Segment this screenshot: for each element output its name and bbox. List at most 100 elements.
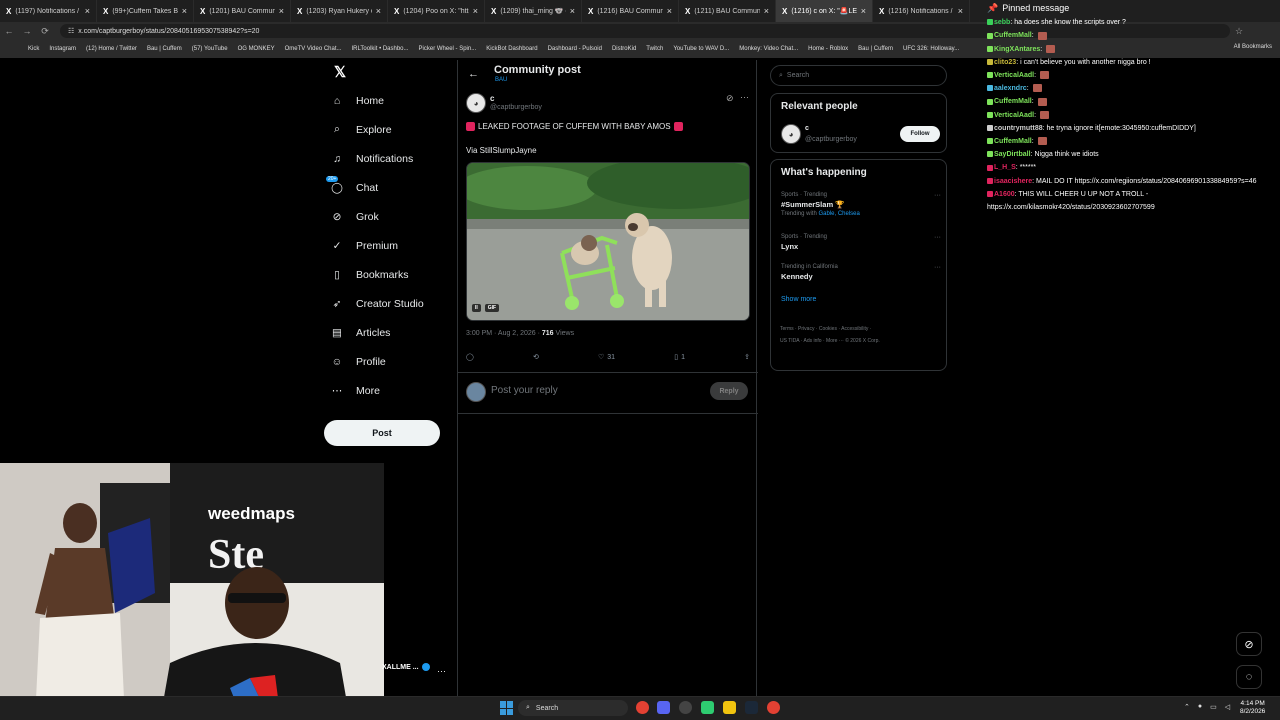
back-arrow-icon[interactable]: ←: [468, 68, 479, 80]
bookmark-item[interactable]: (12) Home / Twitter: [86, 46, 137, 52]
relevant-name[interactable]: c: [805, 125, 809, 132]
close-icon[interactable]: ×: [376, 6, 381, 16]
browser-tab[interactable]: X (1197) Notifications / X ×: [0, 0, 97, 22]
app-icon[interactable]: [679, 701, 692, 714]
grok-explain-icon[interactable]: ⊘: [726, 93, 734, 104]
bookmark-item[interactable]: Kick: [28, 46, 39, 52]
close-icon[interactable]: ×: [667, 6, 672, 16]
x-logo-icon[interactable]: 𝕏: [330, 62, 350, 82]
chat-username[interactable]: VerticalAadl: [994, 72, 1034, 79]
bookmark-item[interactable]: Twitch: [646, 46, 663, 52]
community-link[interactable]: BAU: [495, 77, 507, 83]
steam-icon[interactable]: [745, 701, 758, 714]
bookmark-item[interactable]: (57) YouTube: [192, 46, 228, 52]
browser-tab[interactable]: X(1216) BAU Community ×: [582, 0, 679, 22]
reload-icon[interactable]: ⟳: [36, 26, 54, 37]
bookmark-item[interactable]: Dashboard - Pulsoid: [548, 46, 602, 52]
bookmark-item[interactable]: OG MONKEY: [238, 46, 275, 52]
bookmark-item[interactable]: YouTube to WAV D...: [673, 46, 729, 52]
relevant-avatar[interactable]: ◕: [781, 124, 801, 144]
bookmark-item[interactable]: DistroKid: [612, 46, 636, 52]
follow-button[interactable]: Follow: [900, 126, 940, 142]
back-icon[interactable]: ←: [0, 26, 18, 36]
close-icon[interactable]: ×: [861, 6, 866, 16]
more-icon[interactable]: ···: [934, 234, 941, 241]
chat-username[interactable]: A1600: [994, 191, 1015, 198]
trend-with-names[interactable]: Gable, Chelsea: [818, 211, 859, 217]
bookmark-item[interactable]: Monkey: Video Chat...: [739, 46, 798, 52]
chrome-icon[interactable]: [636, 701, 649, 714]
nav-item-more[interactable]: ⋯ More: [322, 376, 452, 405]
discord-icon[interactable]: [657, 701, 670, 714]
browser-tab[interactable]: X(1201) BAU Community ×: [194, 0, 291, 22]
nav-item-premium[interactable]: ✓ Premium: [322, 231, 452, 260]
windows-start-icon[interactable]: [500, 701, 514, 715]
more-icon[interactable]: ···: [934, 192, 941, 199]
chat-username[interactable]: VerticalAadl: [994, 112, 1034, 119]
nav-item-home[interactable]: ⌂ Home: [322, 86, 452, 115]
volume-icon[interactable]: ◁: [1225, 703, 1230, 711]
taskbar-clock[interactable]: 4:14 PM 8/2/2026: [1240, 700, 1265, 716]
chat-username[interactable]: CuffemMall: [994, 32, 1032, 39]
app-icon[interactable]: [701, 701, 714, 714]
site-info-icon[interactable]: ☷: [68, 27, 74, 35]
chat-username[interactable]: sebb: [994, 19, 1010, 26]
post-button[interactable]: Post: [324, 420, 440, 446]
chat-username[interactable]: aalexndrc: [994, 85, 1027, 92]
more-icon[interactable]: ···: [934, 264, 941, 271]
bookmark-item[interactable]: Picker Wheel - Spin...: [419, 46, 477, 52]
trend-item[interactable]: Sports · Trending Lynx ···: [781, 234, 941, 251]
close-icon[interactable]: ×: [182, 6, 187, 16]
more-options-icon[interactable]: ···: [740, 92, 749, 102]
nav-item-notifications[interactable]: ♫ Notifications: [322, 144, 452, 173]
chat-username[interactable]: countrymutt88: [994, 125, 1043, 132]
close-icon[interactable]: ×: [958, 6, 963, 16]
author-handle[interactable]: @captburgerboy: [490, 104, 542, 111]
close-icon[interactable]: ×: [473, 6, 478, 16]
more-icon[interactable]: ···: [437, 666, 446, 676]
nav-item-articles[interactable]: ▤ Articles: [322, 318, 452, 347]
repost-action[interactable]: ⟲: [533, 353, 539, 361]
taskbar-search[interactable]: ⌕ Search: [518, 700, 628, 716]
close-icon[interactable]: ×: [764, 6, 769, 16]
chat-username[interactable]: KingXAntares: [994, 46, 1040, 53]
bookmark-item[interactable]: OmeTV Video Chat...: [285, 46, 342, 52]
chrome-icon[interactable]: [767, 701, 780, 714]
bookmark-item[interactable]: Home - Roblox: [808, 46, 848, 52]
chat-username[interactable]: L_H_S: [994, 164, 1016, 171]
trend-item[interactable]: Sports · Trending #SummerSlam 🏆 Trending w…: [781, 192, 941, 217]
chat-username[interactable]: CuffemMall: [994, 138, 1032, 145]
bookmark-item[interactable]: Bau | Cuffem: [858, 46, 893, 52]
bookmark-action[interactable]: ▯ 1: [674, 353, 685, 362]
folder-icon[interactable]: [723, 701, 736, 714]
chat-username[interactable]: isaacishere: [994, 178, 1032, 185]
reply-button[interactable]: Reply: [710, 382, 748, 400]
nav-item-profile[interactable]: ☺ Profile: [322, 347, 452, 376]
bookmark-item[interactable]: Instagram: [49, 46, 76, 52]
nav-item-explore[interactable]: ⌕ Explore: [322, 115, 452, 144]
messages-float-icon[interactable]: ◌: [1236, 665, 1262, 689]
browser-tab[interactable]: X(99+)Cuffem Takes Brea ×: [97, 0, 194, 22]
close-icon[interactable]: ×: [85, 6, 90, 16]
close-icon[interactable]: ×: [570, 6, 575, 16]
browser-tab[interactable]: X (1216) Notifications / X ×: [873, 0, 970, 22]
search-input[interactable]: ⌕ Search: [770, 65, 947, 86]
browser-tab[interactable]: X (1204) Poo on X: "http ×: [388, 0, 485, 22]
my-avatar[interactable]: [466, 382, 486, 402]
close-icon[interactable]: ×: [279, 6, 284, 16]
bookmark-item[interactable]: UFC 326: Holloway...: [903, 46, 959, 52]
forward-icon[interactable]: →: [18, 26, 36, 36]
relevant-handle[interactable]: @captburgerboy: [805, 136, 857, 143]
browser-tab[interactable]: X (1203) Ryan Hukery on ×: [291, 0, 388, 22]
bookmark-item[interactable]: Bau | Cuffem: [147, 46, 182, 52]
grok-float-icon[interactable]: ⊘: [1236, 632, 1262, 656]
browser-tab[interactable]: X(1211) BAU Community ×: [679, 0, 776, 22]
chat-username[interactable]: SayDirtball: [994, 151, 1031, 158]
chevron-up-icon[interactable]: ⌃: [1184, 703, 1190, 711]
nav-item-bookmarks[interactable]: ▯ Bookmarks: [322, 260, 452, 289]
pause-icon[interactable]: II: [472, 304, 481, 312]
mic-icon[interactable]: ●: [1198, 703, 1202, 711]
like-action[interactable]: ♡ 31: [598, 353, 615, 362]
share-action[interactable]: ⇪: [744, 353, 750, 361]
post-gif-media[interactable]: [466, 162, 750, 321]
